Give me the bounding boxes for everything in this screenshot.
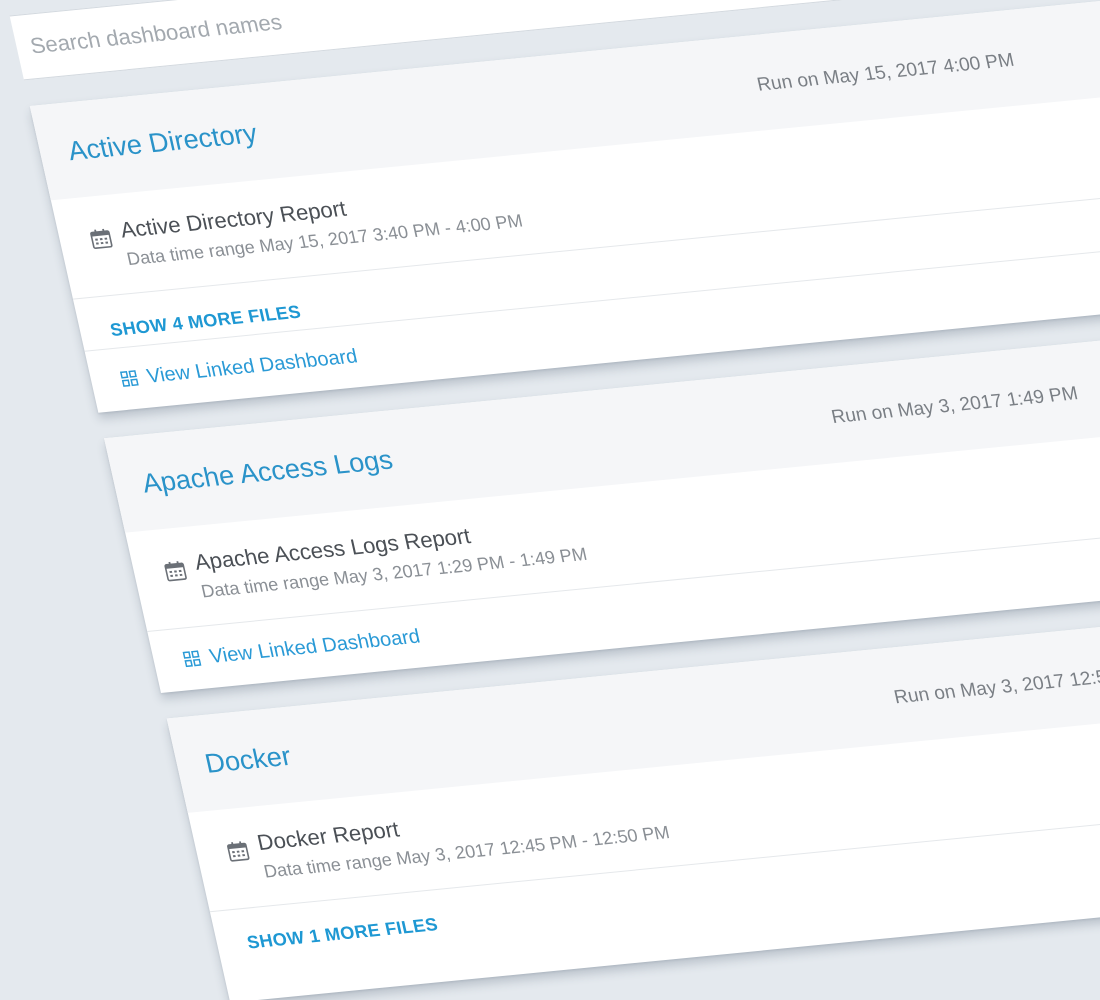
viewport: Active Directory Run on May 15, 2017 4:0… — [0, 0, 1100, 1000]
dashboard-list-page: Active Directory Run on May 15, 2017 4:0… — [0, 0, 1100, 1000]
run-timestamp: Run on May 3, 2017 1:49 PM — [829, 383, 1081, 429]
calendar-icon — [90, 228, 113, 250]
linked-dashboard-label: View Linked Dashboard — [207, 625, 423, 668]
run-timestamp: Run on May 15, 2017 4:00 PM — [755, 49, 1017, 96]
grid-icon — [182, 650, 202, 668]
calendar-icon — [227, 841, 250, 862]
calendar-icon — [164, 561, 187, 582]
run-timestamp: Run on May 3, 2017 12:50 PM — [892, 662, 1100, 709]
grid-icon — [119, 370, 139, 387]
dashboard-title[interactable]: Apache Access Logs — [139, 445, 395, 500]
linked-dashboard-label: View Linked Dashboard — [144, 344, 360, 388]
dashboard-title[interactable]: Docker — [202, 741, 294, 780]
dashboard-title[interactable]: Active Directory — [65, 118, 260, 167]
